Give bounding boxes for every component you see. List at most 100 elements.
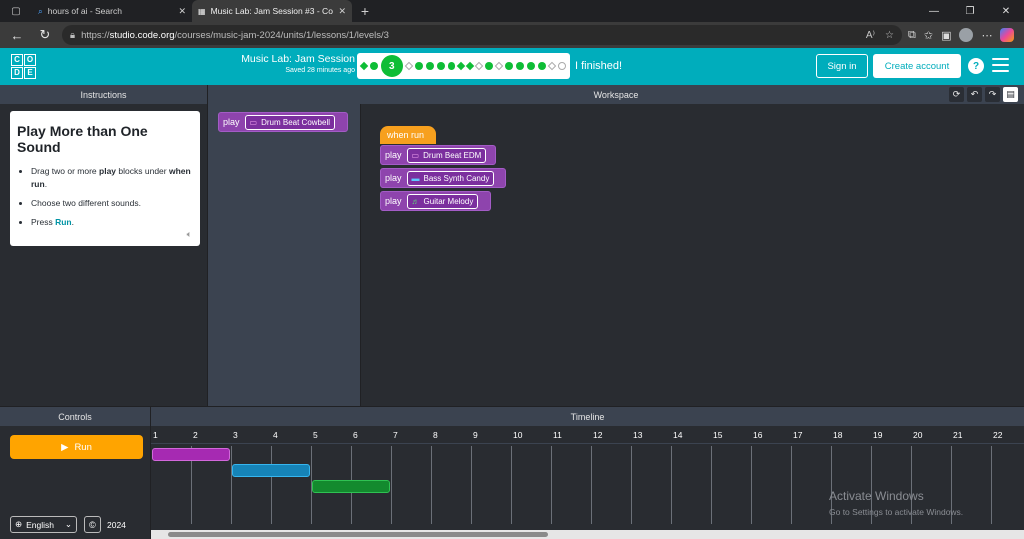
instructions-panel: Play More than One Sound Drag two or mor… [0,104,207,406]
measure-label[interactable]: 18 [833,430,842,440]
measure-label[interactable]: 3 [233,430,238,440]
tab-actions-icon[interactable]: ▢ [0,0,32,22]
level-diamond[interactable] [466,61,475,71]
measure-label[interactable]: 12 [593,430,602,440]
back-icon[interactable]: ← [6,24,28,46]
hamburger-menu-icon[interactable] [992,58,1009,72]
measure-label[interactable]: 7 [393,430,398,440]
measure-gridline [671,446,672,524]
timeline-scrollbar[interactable] [151,530,1024,539]
minimize-icon[interactable]: — [916,0,952,22]
favorite-star-icon[interactable]: ☆ [885,30,894,41]
level-diamond[interactable] [404,61,413,71]
timeline-panel[interactable]: 1 2 3 4 5 6 7 8 9 10 11 12 13 14 15 16 17 18 19 20 21 22 [151,426,1024,539]
level-dot[interactable] [447,62,456,70]
code-org-logo[interactable]: C O D E [11,53,37,80]
measure-label[interactable]: 20 [913,430,922,440]
measure-label[interactable]: 4 [273,430,278,440]
measure-label[interactable]: 19 [873,430,882,440]
current-level-bubble[interactable]: 3 [380,55,403,77]
create-account-button[interactable]: Create account [873,54,961,78]
tab-music-lab[interactable]: ▦ Music Lab: Jam Session #3 - Code ✕ [192,0,352,22]
level-dot[interactable] [527,62,536,70]
measure-label[interactable]: 8 [433,430,438,440]
level-dot[interactable] [485,62,494,70]
reset-workspace-icon[interactable]: ⟳ [949,87,964,102]
activate-windows-watermark: Activate Windows Go to Settings to activ… [829,489,964,517]
measure-label[interactable]: 2 [193,430,198,440]
measure-gridline [231,446,232,524]
tab-search[interactable]: ⌕ hours of ai - Search ✕ [32,0,192,22]
more-icon[interactable]: ⋯ [981,29,992,42]
new-tab-button[interactable]: + [352,0,378,22]
speaker-icon[interactable]: 🔈︎ [187,229,192,240]
level-dot[interactable] [516,62,525,70]
level-diamond[interactable] [495,61,504,71]
copyright-button[interactable]: © [84,516,101,533]
measure-label[interactable]: 21 [953,430,962,440]
close-icon[interactable]: ✕ [178,6,186,17]
measure-label[interactable]: 22 [993,430,1002,440]
level-diamond[interactable] [475,61,484,71]
url-bar[interactable]: 🔒︎ https://studio.code.org/courses/music… [62,25,902,45]
level-dot[interactable] [505,62,514,70]
scrollbar-thumb[interactable] [168,532,548,537]
measure-label[interactable]: 10 [513,430,522,440]
measure-label[interactable]: 6 [353,430,358,440]
measure-label[interactable]: 14 [673,430,682,440]
measure-label[interactable]: 1 [153,430,158,440]
timeline-clip[interactable] [152,448,230,461]
sound-dropdown[interactable]: ▭ Drum Beat Cowbell [244,114,335,130]
block-keyword: play [385,150,402,160]
level-dot[interactable] [425,62,434,70]
finished-link[interactable]: I finished! [575,60,622,72]
when-run-block[interactable]: when run [380,126,436,144]
workspace-title: Workspace [593,89,639,100]
collections-icon[interactable]: ▣ [941,29,951,42]
sound-dropdown[interactable]: ▬ Bass Synth Candy [406,170,495,186]
profile-avatar[interactable] [959,28,974,42]
level-dot[interactable] [414,62,423,70]
favorites-icon[interactable]: ✩ [924,29,933,42]
measure-label[interactable]: 13 [633,430,642,440]
language-selector[interactable]: ⊕ English ⌄ [10,516,77,533]
save-icon[interactable]: ▤ [1003,87,1018,102]
measure-label[interactable]: 11 [553,430,562,440]
sign-in-button[interactable]: Sign in [816,54,868,78]
level-diamond[interactable] [457,61,466,71]
toolbox-play-block[interactable]: play ▭ Drum Beat Cowbell [218,112,348,132]
run-button[interactable]: ▶ Run [10,435,143,459]
undo-icon[interactable]: ↶ [967,87,982,102]
lesson-title[interactable]: Music Lab: Jam Session [235,53,355,65]
timeline-clip[interactable] [312,480,390,493]
close-window-icon[interactable]: ✕ [988,0,1024,22]
measure-label[interactable]: 9 [473,430,478,440]
level-diamond[interactable] [359,61,369,71]
play-block[interactable]: play ♬ Guitar Melody [380,191,491,211]
redo-icon[interactable]: ↷ [985,87,1000,102]
level-dot[interactable] [436,62,445,70]
play-block[interactable]: play ▭ Drum Beat EDM [380,145,496,165]
level-diamond[interactable] [547,61,557,71]
close-icon[interactable]: ✕ [338,6,346,17]
refresh-icon[interactable]: ↻ [34,24,56,46]
split-screen-icon[interactable]: ⧉ [908,29,916,42]
level-dot[interactable] [557,62,566,70]
measure-label[interactable]: 16 [753,430,762,440]
measure-label[interactable]: 17 [793,430,802,440]
copilot-icon[interactable] [1000,28,1015,42]
copyright-year: 2024 [107,520,126,530]
level-dot[interactable] [538,62,546,70]
timeline-clip[interactable] [232,464,310,477]
play-block[interactable]: play ▬ Bass Synth Candy [380,168,506,188]
level-dot[interactable] [369,62,378,70]
read-aloud-icon[interactable]: A⁾ [866,30,875,41]
bass-icon: ▬ [411,173,420,183]
measure-label[interactable]: 15 [713,430,722,440]
sound-dropdown[interactable]: ▭ Drum Beat EDM [406,147,487,163]
restore-icon[interactable]: ❐ [952,0,988,22]
sound-dropdown[interactable]: ♬ Guitar Melody [406,193,479,209]
help-icon[interactable]: ? [968,58,984,74]
address-toolbar: ← ↻ 🔒︎ https://studio.code.org/courses/m… [0,22,1024,48]
measure-label[interactable]: 5 [313,430,318,440]
